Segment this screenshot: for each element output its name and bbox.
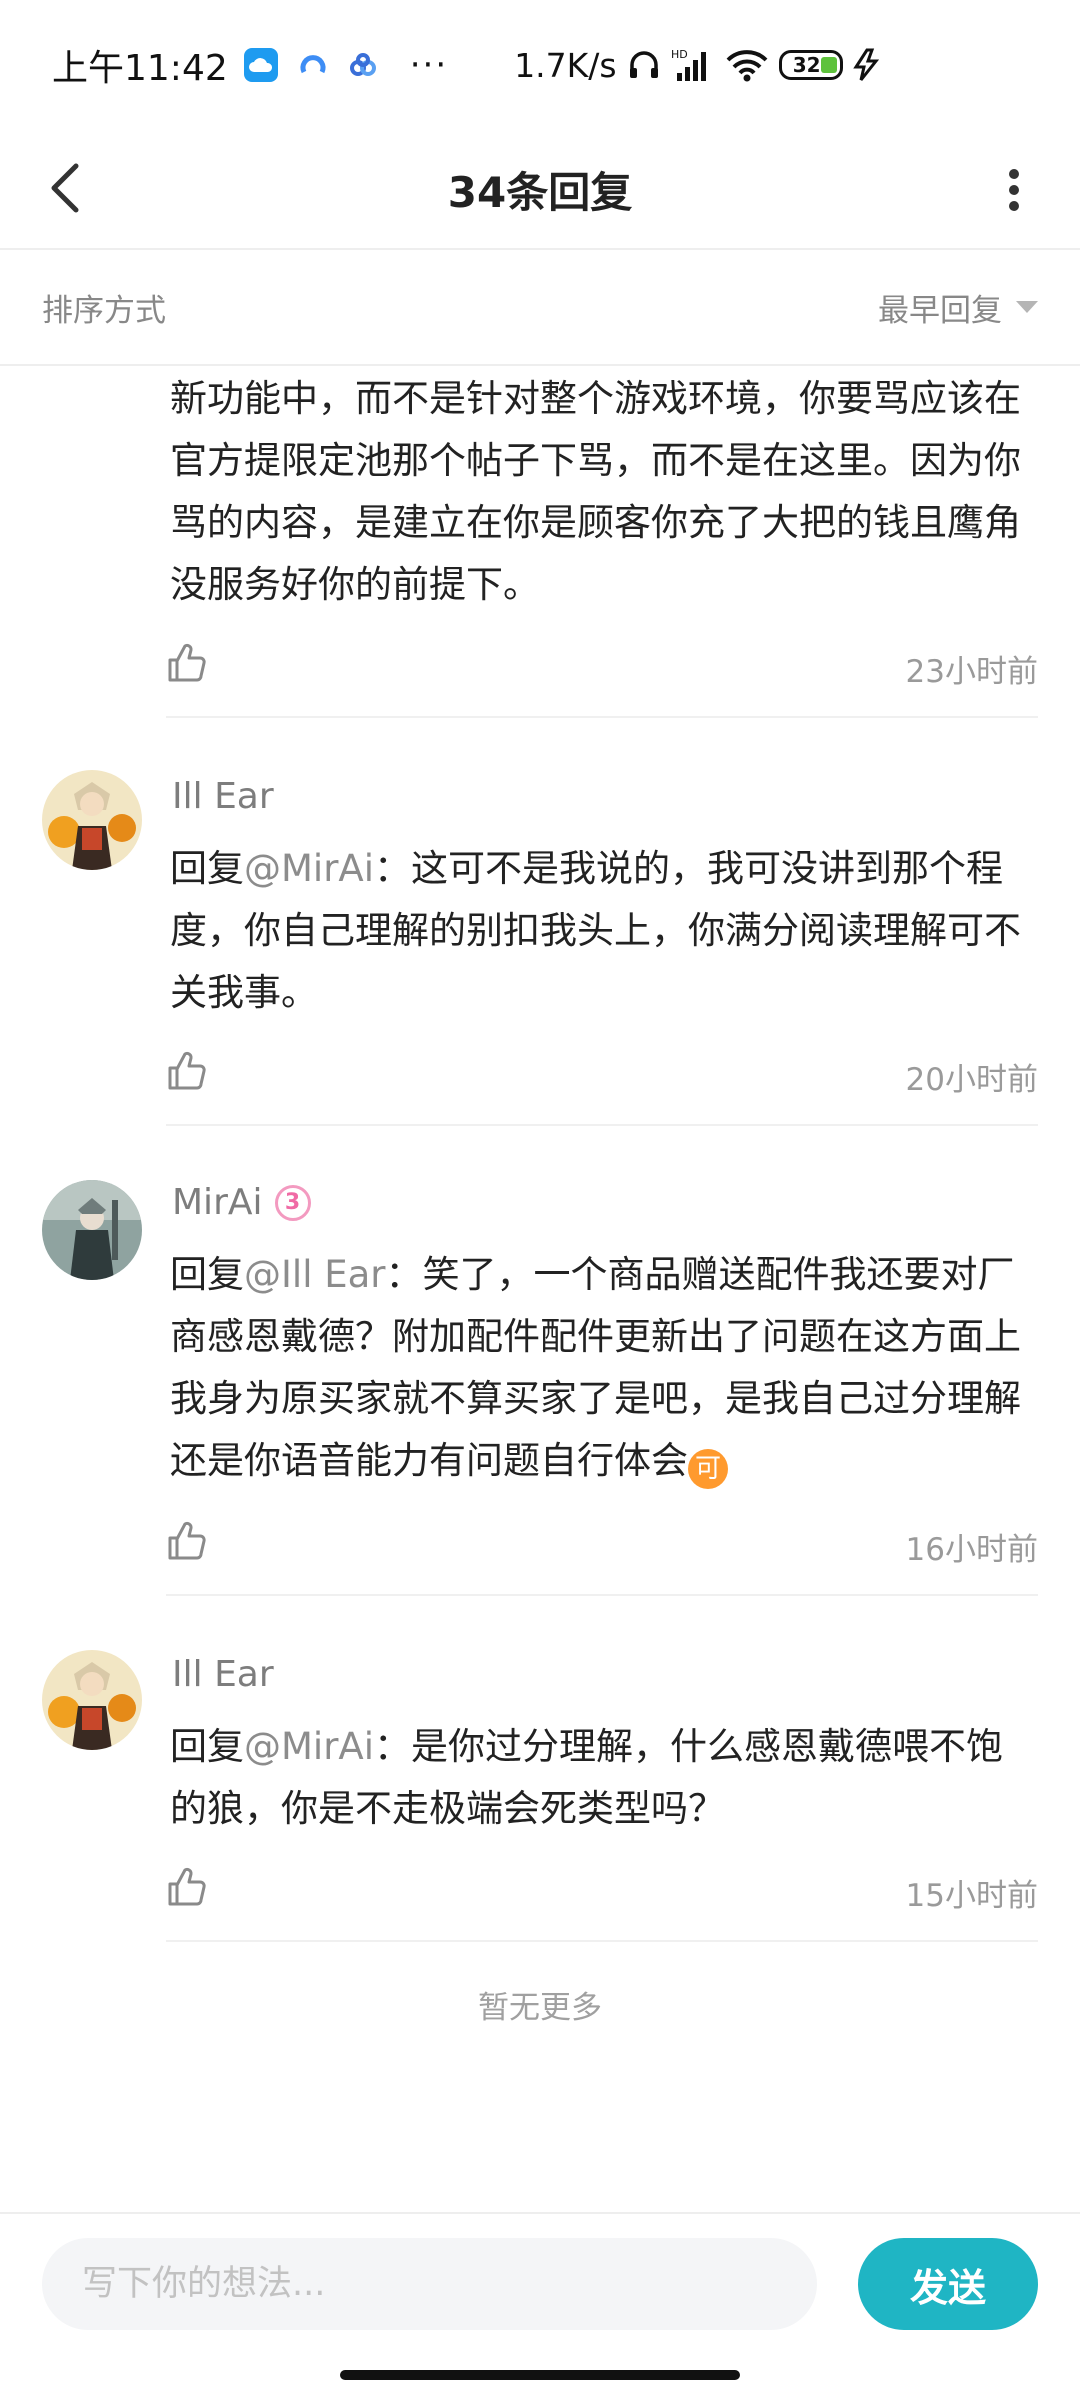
comment-time: 20小时前: [905, 1062, 1038, 1098]
username[interactable]: Ill Ear: [172, 1654, 274, 1695]
thumbs-up-icon[interactable]: [166, 1050, 208, 1092]
svg-text:HD: HD: [671, 48, 688, 61]
comment-divider: [166, 1940, 1038, 1942]
mention-link[interactable]: @MirAi: [244, 1725, 374, 1768]
header: 34条回复: [0, 130, 1080, 248]
page-title: 34条回复: [447, 167, 633, 217]
emoji-icon: 可: [688, 1449, 728, 1489]
back-icon: [51, 163, 79, 213]
browser-app-icon: [296, 48, 330, 82]
comment-divider: [166, 1594, 1038, 1596]
caret-down-icon: [1016, 301, 1038, 313]
comment-time: 15小时前: [905, 1878, 1038, 1914]
no-more-text: 暂无更多: [478, 1990, 602, 2026]
comment-divider: [166, 716, 1038, 718]
charging-icon: [852, 48, 879, 82]
mention-link[interactable]: @MirAi: [244, 847, 374, 890]
cloud-app-icon: [243, 48, 278, 82]
comment-text: 回复@Ill Ear：笑了，一个商品赠送配件我还要对厂商感恩戴德？附加配件配件更…: [170, 1244, 1038, 1492]
reply-input[interactable]: [42, 2238, 817, 2330]
username[interactable]: Ill Ear: [172, 776, 274, 817]
avatar[interactable]: [42, 770, 142, 870]
status-bar: 上午11:42 ··· 1.7K/s HD 32: [0, 0, 1080, 130]
comment-text: 回复@MirAi：是你过分理解，什么感恩戴德喂不饱的狼，你是不走极端会死类型吗？: [170, 1725, 1004, 1830]
avatar[interactable]: [42, 1650, 142, 1750]
mention-link[interactable]: @Ill Ear: [244, 1253, 386, 1296]
status-right: 1.7K/s HD 32: [514, 45, 879, 85]
avatar[interactable]: [42, 1180, 142, 1280]
thumbs-up-icon[interactable]: [166, 1866, 208, 1908]
more-options-button[interactable]: [984, 154, 1044, 224]
comment-time: 16小时前: [905, 1532, 1038, 1568]
comment-text: 回复@MirAi：这可不是我说的，我可没讲到那个程度，你自己理解的别扣我头上，你…: [170, 847, 1021, 1014]
sort-label: 排序方式: [42, 292, 166, 329]
battery-indicator: 32: [778, 50, 843, 80]
username[interactable]: MirAi 3: [172, 1182, 311, 1223]
signal-icon: HD: [671, 47, 715, 83]
sort-bar: 排序方式 最早回复: [0, 250, 1080, 364]
sort-divider: [0, 364, 1080, 366]
sort-dropdown[interactable]: 最早回复: [878, 285, 1038, 330]
home-indicator[interactable]: [340, 2370, 740, 2380]
back-button[interactable]: [40, 158, 100, 218]
headset-icon: [627, 48, 661, 82]
thumbs-up-icon[interactable]: [166, 1520, 208, 1562]
screen: 上午11:42 ··· 1.7K/s HD 32 34条回复 排序方式 最早回复…: [0, 0, 1080, 2400]
wifi-icon: [725, 48, 769, 82]
comment-text: 新功能中，而不是针对整个游戏环境，你要骂应该在官方提限定池那个帖子下骂，而不是在…: [170, 377, 1021, 606]
send-button[interactable]: 发送: [858, 2238, 1038, 2330]
comment-divider: [166, 1124, 1038, 1126]
level-badge: 3: [274, 1184, 311, 1221]
more-vertical-icon: [1009, 169, 1019, 211]
thumbs-up-icon[interactable]: [166, 642, 208, 684]
comment-time: 23小时前: [905, 654, 1038, 690]
clock: 上午11:42: [52, 48, 228, 89]
sort-selected: 最早回复: [878, 292, 1002, 329]
more-notifications-icon: ···: [409, 45, 449, 85]
link-app-icon: [346, 48, 380, 82]
network-speed: 1.7K/s: [514, 45, 617, 85]
